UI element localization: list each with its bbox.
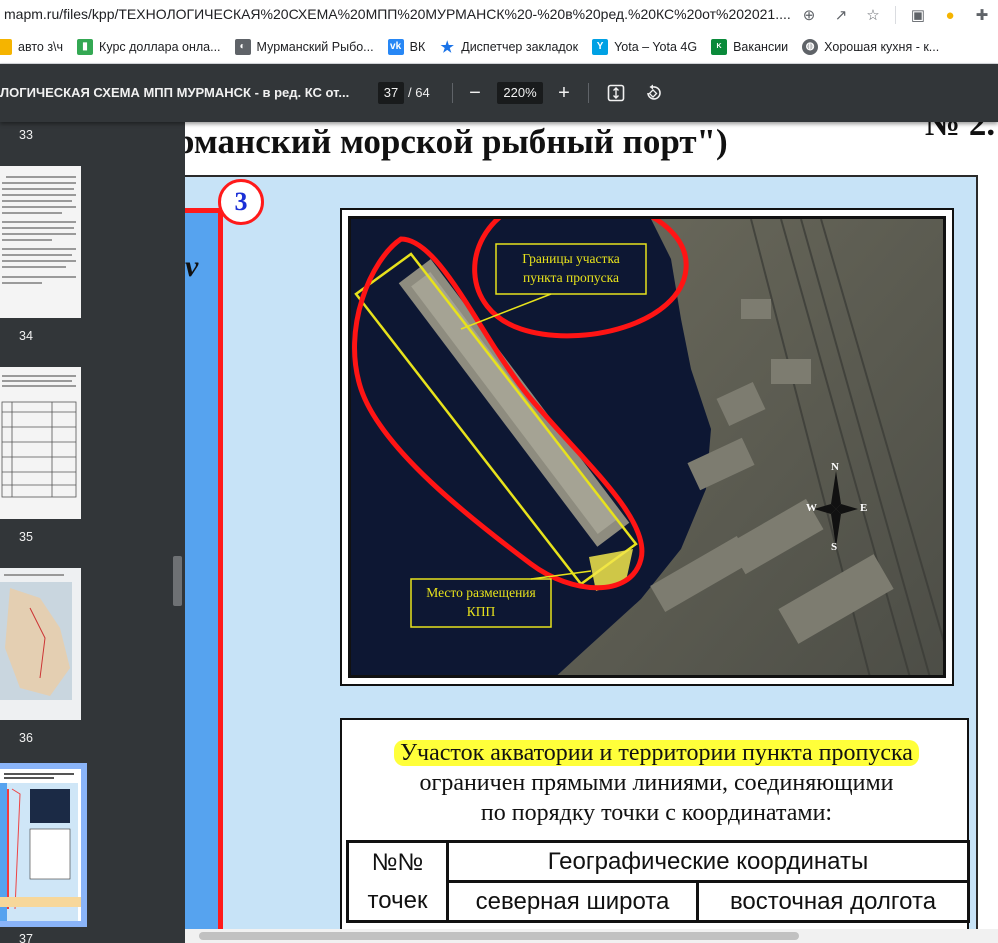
thumbnail-current-preview [0, 769, 81, 921]
extension-badge-icon[interactable]: ● [934, 3, 966, 27]
page-heading-number: № 2. [925, 122, 996, 143]
star-icon: ★ [440, 38, 454, 56]
divider [588, 83, 589, 103]
vk-icon: vk [387, 38, 404, 55]
divider [452, 83, 453, 103]
zoom-level-input[interactable]: 220% [497, 82, 543, 104]
url-text[interactable]: mapm.ru/files/kpp/ТЕХНОЛОГИЧЕСКАЯ%20СХЕМ… [4, 6, 791, 22]
thumbnail-page-number: 37 [19, 932, 33, 943]
share-icon[interactable]: ↗ [825, 3, 857, 27]
thumbnail-page-number: 36 [19, 731, 33, 745]
table-header-points-label: №№ [371, 848, 424, 876]
thumbnail-page[interactable] [0, 166, 81, 318]
bookmark-item[interactable]: ◍ Хорошая кухня - к... [802, 38, 940, 55]
thumbnail-page-selected[interactable] [0, 769, 81, 921]
bookmark-label: Хорошая кухня - к... [824, 39, 940, 54]
zoom-out-button[interactable]: − [462, 80, 488, 106]
table-header-latitude: северная широта [446, 880, 699, 923]
thumbnail-table-preview [1, 375, 77, 498]
compass-e-label: E [860, 502, 868, 514]
document-page: рманский морской рыбный порт") № 2. 3 v [185, 122, 998, 943]
bookmark-item[interactable]: Y Yota – Yota 4G [592, 38, 698, 55]
coordinates-block: Участок акватории и территории пункта пр… [340, 718, 971, 943]
folder-icon [0, 38, 12, 55]
bookmark-item[interactable]: авто з\ч [0, 38, 64, 55]
bookmark-label: Yota – Yota 4G [614, 39, 698, 54]
bookmark-item[interactable]: ▮ Курс доллара онла... [77, 38, 221, 55]
description-line: по порядку точки с координатами: [480, 800, 833, 826]
horizontal-scrollbar[interactable] [185, 929, 998, 943]
bookmark-label: Мурманский Рыбо... [256, 39, 374, 54]
thumbnail-page-number: 34 [19, 329, 33, 343]
thumbnail-page[interactable] [0, 568, 81, 720]
scheme-circle-number: 3 [218, 179, 264, 225]
bookmark-star-icon[interactable]: ☆ [857, 3, 889, 27]
rotate-button[interactable] [640, 80, 666, 106]
label-boundary: Границы участка пункта пропуска [522, 251, 620, 285]
thumbnail-page-number: 35 [19, 530, 33, 544]
page-heading: рманский морской рыбный порт") [185, 122, 728, 161]
bookmark-label: авто з\ч [18, 39, 64, 54]
thumbnail-sidebar: 33 34 35 36 37 [0, 122, 170, 943]
thumbnail-page[interactable] [0, 367, 81, 519]
globe-icon: ◍ [802, 38, 819, 55]
sidebar-scrollbar-thumb[interactable] [173, 556, 182, 606]
thumbnail-text-preview [2, 176, 76, 284]
chart-icon: ▮ [77, 38, 94, 55]
scheme-left-band [185, 208, 223, 943]
bookmark-item[interactable]: ★ Диспетчер закладок [439, 38, 579, 56]
fit-page-icon [607, 84, 625, 102]
satellite-photo-frame: Границы участка пункта пропуска Место ра… [340, 208, 954, 686]
zoom-icon[interactable]: ⊕ [793, 3, 825, 27]
zoom-in-button[interactable]: + [551, 80, 577, 106]
table-header-points: №№ точек [346, 840, 449, 923]
compass-w-label: W [806, 502, 817, 514]
address-bar-icons: ⊕ ↗ ☆ ▣ ● ✚ [793, 3, 998, 27]
bookmark-label: Вакансии [733, 39, 789, 54]
horizontal-scrollbar-thumb[interactable] [199, 932, 799, 940]
extension-lock-icon[interactable]: ▣ [902, 3, 934, 27]
coordinates-description: Участок акватории и территории пункта пр… [342, 738, 971, 828]
extensions-puzzle-icon[interactable]: ✚ [966, 3, 998, 27]
bookmark-label: Курс доллара онла... [99, 39, 221, 54]
scheme-left-label: v [185, 250, 199, 283]
address-bar[interactable]: mapm.ru/files/kpp/ТЕХНОЛОГИЧЕСКАЯ%20СХЕМ… [0, 0, 998, 30]
divider [895, 6, 896, 24]
page-number-input[interactable]: 37 [378, 82, 404, 104]
bookmarks-bar: авто з\ч ▮ Курс доллара онла... ◐ Мурман… [0, 30, 998, 64]
page-total: / 64 [408, 85, 430, 100]
thumbnail-map-preview [0, 568, 81, 720]
pdf-toolbar: ЛОГИЧЕСКАЯ СХЕМА МПП МУРМАНСК - в ред. К… [0, 64, 998, 122]
bookmark-item[interactable]: vk ВК [387, 38, 426, 55]
document-title: ЛОГИЧЕСКАЯ СХЕМА МПП МУРМАНСК - в ред. К… [0, 85, 350, 100]
bookmark-label: Диспетчер закладок [461, 39, 579, 54]
coordinates-table: №№ точек Географические координаты север… [346, 840, 970, 923]
compass-s-label: S [831, 541, 838, 553]
bookmark-label: ВК [409, 39, 426, 54]
bookmark-item[interactable]: K Вакансии [711, 38, 789, 55]
kola-icon: K [711, 38, 728, 55]
compass-n-label: N [831, 461, 839, 473]
sidebar-scrollbar[interactable] [170, 122, 185, 943]
fit-page-button[interactable] [603, 80, 629, 106]
table-header-points-sub: точек [367, 886, 428, 914]
table-header-longitude: восточная долгота [696, 880, 970, 923]
bookmark-item[interactable]: ◐ Мурманский Рыбо... [234, 38, 374, 55]
label-kpp-place: Место размещения КПП [426, 585, 536, 619]
description-line: ограничен прямыми линиями, соединяющими [419, 770, 894, 796]
table-header-coordinates: Географические координаты [446, 840, 970, 883]
thumbnail-page-number: 33 [19, 128, 33, 142]
browser-window: mapm.ru/files/kpp/ТЕХНОЛОГИЧЕСКАЯ%20СХЕМ… [0, 0, 998, 943]
fish-icon: ◐ [234, 38, 251, 55]
rotate-icon [647, 84, 661, 100]
yota-icon: Y [592, 38, 609, 55]
satellite-photo: Границы участка пункта пропуска Место ра… [348, 216, 946, 678]
highlighted-text: Участок акватории и территории пункта пр… [394, 740, 919, 766]
